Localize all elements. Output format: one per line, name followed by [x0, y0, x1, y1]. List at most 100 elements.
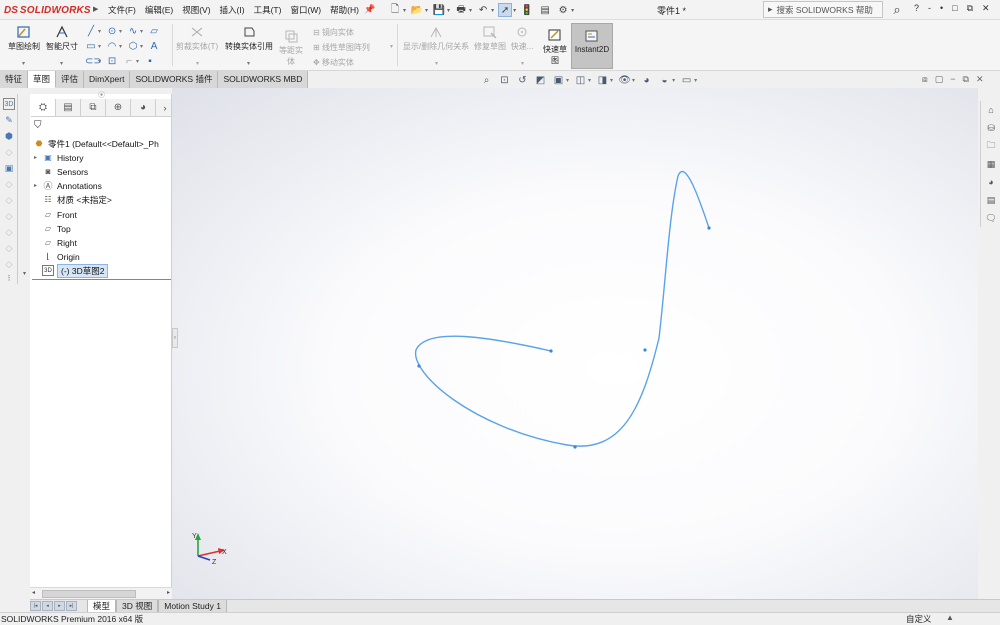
open-document-icon[interactable]: 📂	[410, 3, 424, 17]
panel-splitter-handle[interactable]: ‹	[172, 328, 178, 348]
chevron-down-icon[interactable]: ▾	[98, 28, 101, 35]
help-icon[interactable]: ?	[914, 3, 919, 14]
next-tab-icon[interactable]: ▸	[54, 601, 65, 611]
menu-file[interactable]: 文件(F)	[108, 4, 136, 16]
chevron-down-icon[interactable]: ▾	[140, 43, 143, 50]
apply-scene-icon[interactable]: ◒	[658, 74, 671, 86]
menu-view[interactable]: 视图(V)	[182, 4, 210, 16]
rebuild-icon[interactable]: 🚦	[520, 3, 534, 17]
tree-item-3d-sketch[interactable]: 3D (-) 3D草图2	[34, 263, 109, 278]
forum-icon[interactable]: 🗨	[984, 211, 998, 225]
displaymanager-tab-icon[interactable]: ◕	[131, 99, 156, 116]
chevron-down-icon[interactable]: ▾	[447, 7, 450, 14]
arc-icon[interactable]: ◠	[106, 41, 118, 52]
close-window-icon[interactable]: ✕	[982, 3, 990, 14]
view-orientation-icon[interactable]: ◫	[574, 74, 587, 86]
chevron-down-icon[interactable]: ▾	[632, 77, 635, 84]
spline-endpoint[interactable]	[549, 349, 553, 353]
text-icon[interactable]: A	[148, 41, 160, 52]
menu-insert[interactable]: 插入(I)	[220, 4, 245, 16]
display-style-icon[interactable]: ◨	[596, 74, 609, 86]
hide-show-items-icon[interactable]: 👁	[618, 74, 631, 86]
chevron-down-icon[interactable]: ▾	[435, 60, 438, 67]
previous-view-icon[interactable]: ↺	[516, 74, 529, 86]
disabled-tool-icon[interactable]: ◇	[3, 210, 15, 222]
edit-appearance-icon[interactable]: ◕	[640, 74, 653, 86]
chevron-down-icon[interactable]: ▾	[425, 7, 428, 14]
dimxpertmanager-tab-icon[interactable]: ⊕	[106, 99, 131, 116]
tree-item-front-plane[interactable]: ▱ Front	[34, 208, 77, 221]
chevron-down-icon[interactable]: ▾	[403, 7, 406, 14]
view-palette-icon[interactable]: ▦	[984, 157, 998, 171]
repair-sketch-button[interactable]: 修复草图	[474, 25, 506, 52]
tree-item-history[interactable]: ▸ ▣ History	[34, 151, 83, 164]
chevron-down-icon[interactable]: ▾	[23, 270, 26, 277]
section-view-icon[interactable]: ◩	[534, 74, 547, 86]
tree-item-annotations[interactable]: ▸ Ⓐ Annotations	[34, 179, 102, 192]
chevron-down-icon[interactable]: ▾	[390, 43, 393, 50]
help-dropdown-icon[interactable]: -	[928, 3, 931, 14]
maximize-window-icon[interactable]: ⧉	[967, 3, 973, 14]
view-cube-icon[interactable]: ▣	[3, 162, 15, 174]
tab-solidworks-mbd[interactable]: SOLIDWORKS MBD	[218, 71, 309, 88]
spline-point[interactable]	[417, 364, 421, 368]
chevron-down-icon[interactable]: ▾	[610, 77, 613, 84]
chevron-down-icon[interactable]: ▾	[119, 28, 122, 35]
doc-minimize-icon[interactable]: −	[950, 74, 955, 85]
sketch-button[interactable]: 草图绘制	[6, 25, 42, 52]
chevron-down-icon[interactable]: ▾	[119, 43, 122, 50]
mirror-entities-button[interactable]: ⊟ 镜向实体	[313, 27, 354, 38]
tab-solidworks-addins[interactable]: SOLIDWORKS 插件	[130, 71, 219, 88]
tile-icon[interactable]: ⧈	[922, 74, 928, 85]
chevron-right-icon[interactable]: ›	[159, 103, 171, 113]
propertymanager-tab-icon[interactable]: ▤	[56, 99, 81, 116]
pin-menu-icon[interactable]: 📌	[364, 4, 375, 15]
trim-entities-button[interactable]: 剪裁实体(T)	[174, 25, 220, 52]
chevron-down-icon[interactable]: ▾	[469, 7, 472, 14]
chevron-down-icon[interactable]: ▾	[588, 77, 591, 84]
chevron-down-icon[interactable]: ▾	[694, 77, 697, 84]
display-relations-button[interactable]: 显示/删除几何关系	[400, 25, 472, 52]
file-properties-icon[interactable]: ▤	[538, 3, 552, 17]
slot-icon[interactable]: ⊂⊃	[85, 56, 102, 67]
tab-motion-study[interactable]: Motion Study 1	[158, 599, 227, 613]
tree-item-sensors[interactable]: ◙ Sensors	[34, 165, 89, 178]
menu-help[interactable]: 帮助(H)	[330, 4, 359, 16]
spline-point[interactable]	[573, 445, 577, 449]
tree-item-top-plane[interactable]: ▱ Top	[34, 222, 71, 235]
chevron-down-icon[interactable]: ▾	[513, 7, 516, 14]
centerline-icon[interactable]: ⌐	[123, 56, 135, 67]
disabled-tool-icon[interactable]: ◇	[3, 194, 15, 206]
smart-dimension-button[interactable]: 智能尺寸	[44, 25, 80, 52]
options-gear-icon[interactable]: ⚙	[556, 3, 570, 17]
appearances-scenes-icon[interactable]: ◕	[984, 175, 998, 189]
solidworks-logo[interactable]: DS SOLIDWORKS	[4, 1, 92, 19]
convert-entities-button[interactable]: 转换实体引用	[221, 25, 277, 52]
menu-window[interactable]: 窗口(W)	[290, 4, 321, 16]
tree-item-material[interactable]: ☷ 材质 <未指定>	[34, 193, 111, 206]
3d-sketch-mode-icon[interactable]: 3D	[3, 98, 15, 110]
linear-pattern-button[interactable]: ⊞ 线性草图阵列	[313, 42, 370, 53]
disabled-tool-icon[interactable]: ◇	[3, 146, 15, 158]
logo-menu-arrow-icon[interactable]: ▶	[93, 5, 98, 13]
print-icon[interactable]: 🖶	[454, 3, 468, 17]
expand-arrow-icon[interactable]: ▸	[34, 154, 42, 161]
configurationmanager-tab-icon[interactable]: ⧉	[81, 99, 106, 116]
circle-icon[interactable]: ⊙	[106, 26, 118, 37]
disabled-tool-icon[interactable]: ◇	[3, 178, 15, 190]
chevron-down-icon[interactable]: ▾	[521, 60, 524, 67]
status-units[interactable]: 自定义	[906, 613, 932, 625]
file-explorer-icon[interactable]: 🗀	[984, 139, 998, 153]
tab-sketch[interactable]: 草图	[28, 71, 57, 88]
view-settings-icon[interactable]: ▭	[680, 74, 693, 86]
disabled-tool-icon[interactable]: ◇	[3, 258, 15, 270]
chevron-down-icon[interactable]: ▾	[60, 60, 63, 67]
chevron-down-icon[interactable]: ▾	[98, 58, 101, 65]
scroll-left-icon[interactable]: ◂	[32, 589, 35, 596]
doc-close-icon[interactable]: ✕	[976, 74, 984, 85]
graphics-area[interactable]: Y X Z	[172, 88, 978, 599]
dynamic-annotation-icon[interactable]: ▣	[552, 74, 565, 86]
featuremanager-tree-tab-icon[interactable]: ⛭	[31, 99, 56, 116]
solidworks-resources-home-icon[interactable]: ⌂	[984, 103, 998, 117]
selection-rollback-bar[interactable]	[32, 279, 171, 280]
